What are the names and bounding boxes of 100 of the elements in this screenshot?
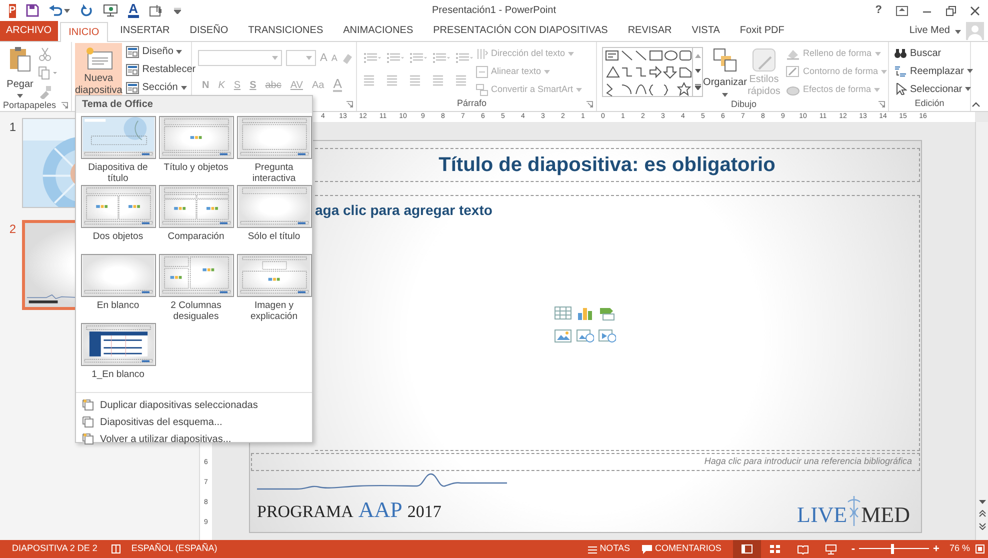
caret-icon [955,30,961,34]
layout-option[interactable]: 1_En blanco [80,323,156,392]
layout-option[interactable]: Sólo el título [236,185,312,254]
touch-mode-icon[interactable] [149,4,164,17]
language-indicator[interactable]: ESPAÑOL (ESPAÑA) [131,542,218,556]
decrease-indent-icon[interactable] [409,52,427,64]
font-size-field[interactable] [286,50,316,66]
layout-option[interactable]: 2 Columnas desiguales [158,254,234,323]
ribbon-button[interactable]: Buscar [894,46,970,60]
dialog-launcher-icon[interactable] [878,101,885,108]
menu-header: Tema de Office [76,96,312,113]
reference-placeholder[interactable]: Haga clic para introducir una referencia bibliográfica [251,452,920,471]
caret-icon [965,87,972,91]
dialog-launcher-icon[interactable] [346,100,353,108]
caret-icon [272,56,278,60]
ribbon-button[interactable]: Sección [126,80,196,95]
numbering-icon[interactable] [386,52,404,64]
spellcheck-icon[interactable] [111,544,124,554]
font-name-field[interactable] [198,50,282,66]
dialog-launcher-icon[interactable] [61,102,68,110]
notes-button[interactable]: NOTAS [588,542,630,556]
close-icon[interactable] [970,6,980,16]
ribbon-tab[interactable]: Foxit PDF [732,21,792,41]
slide-title: Título de diapositiva: es obligatorio [438,152,776,178]
layout-option[interactable]: Título y objetos [158,116,234,185]
format-painter-icon[interactable] [38,85,52,99]
insert-table-icon[interactable] [554,304,572,321]
dialog-launcher-icon[interactable] [586,100,593,108]
group-label: Portapapeles [3,99,56,112]
zoom-slider[interactable] [859,544,930,554]
zoom-thumb[interactable] [891,544,894,554]
new-slide-button[interactable]: Nueva diapositiva [75,43,122,98]
ribbon-tab[interactable]: INSERTAR [112,21,178,41]
next-slide-icon[interactable] [978,523,986,530]
line-spacing-icon[interactable] [455,52,473,64]
insert-video-icon[interactable] [598,326,616,343]
previous-slide-icon[interactable] [978,510,986,517]
collapse-ribbon-icon[interactable] [972,102,980,107]
layout-option[interactable]: Pregunta interactiva [236,116,312,185]
ribbon-tab[interactable]: ARCHIVO [0,21,58,41]
bullets-icon[interactable] [363,52,381,64]
ribbon-tab[interactable]: REVISAR [620,21,680,41]
customize-icon[interactable] [174,8,182,14]
scroll-up-icon[interactable] [694,54,700,58]
ribbon-button[interactable]: Diseño [126,44,196,59]
pen-outline-icon [786,66,800,78]
vertical-scrollbar[interactable] [975,122,988,540]
comments-button[interactable]: COMENTARIOS [642,542,722,556]
layout-option[interactable]: Diapositiva de título [80,116,156,185]
restore-icon[interactable] [946,6,956,16]
paste-button[interactable]: Pegar [6,45,34,99]
scissors-icon[interactable] [38,47,52,61]
layout-option[interactable]: Comparación [158,185,234,254]
title-placeholder[interactable]: Título de diapositiva: es obligatorio [315,148,920,182]
fit-slide-icon[interactable] [975,544,985,554]
caret-icon [966,69,973,73]
reference-text: Haga clic para introducir una referencia bibliográfica [704,455,912,468]
menu-item[interactable]: Volver a utilizar diapositivas... [76,432,312,446]
menu-item[interactable]: Duplicar diapositivas seleccionadas [76,398,312,412]
scroll-down-icon[interactable] [978,500,986,504]
more-icon[interactable] [694,84,700,90]
caret-icon [722,93,728,97]
quick-styles-icon [751,47,777,73]
ribbon-tab[interactable]: DISEÑO [182,21,236,41]
zoom-out-button[interactable]: - [851,540,856,558]
help-button[interactable]: ? [875,2,882,19]
redo-icon[interactable] [80,4,93,17]
layout-option[interactable]: Dos objetos [80,185,156,254]
increase-indent-icon[interactable] [432,52,450,64]
slideshow-icon[interactable] [102,4,118,17]
save-icon[interactable] [26,4,39,17]
ribbon-tab[interactable]: ANIMACIONES [335,21,422,41]
ribbon-tab[interactable]: INICIO [60,22,108,42]
account-name[interactable]: Live Med [909,21,950,41]
zoom-in-button[interactable]: + [933,540,940,558]
shapes-drawing[interactable] [604,49,692,97]
ribbon-tab[interactable]: VISTA [684,21,728,41]
copy-icon[interactable] [38,66,58,80]
slide-counter: DIAPOSITIVA 2 DE 2 [11,542,98,556]
ribbon-button[interactable]: Restablecer [126,62,196,77]
undo-button[interactable] [48,4,70,16]
layout-option[interactable]: Imagen y explicación [236,254,312,323]
insert-picture-icon[interactable] [554,326,572,343]
zoom-level[interactable]: 76 % [949,542,970,556]
menu-item[interactable]: Diapositivas del esquema... [76,415,312,429]
shapes-gallery[interactable] [602,47,703,97]
ribbon-button[interactable]: Seleccionar [894,82,970,96]
ribbon-tab[interactable]: TRANSICIONES [240,21,332,41]
layout-option[interactable]: En blanco [80,254,156,323]
scroll-down-icon[interactable] [694,68,700,73]
font-color-button[interactable]: A [128,3,140,18]
view-button[interactable] [733,540,762,558]
ribbon-display-icon[interactable] [896,6,908,16]
insert-online-picture-icon[interactable] [576,326,594,343]
ribbon-button[interactable]: Reemplazar [894,64,970,78]
content-placeholder[interactable]: aga clic para agregar texto [315,194,920,451]
ribbon-tab[interactable]: PRESENTACIÓN CON DIAPOSITIVAS [425,21,616,41]
caret-icon [17,94,23,98]
caret-icon [881,70,888,74]
caret-icon [176,50,182,54]
